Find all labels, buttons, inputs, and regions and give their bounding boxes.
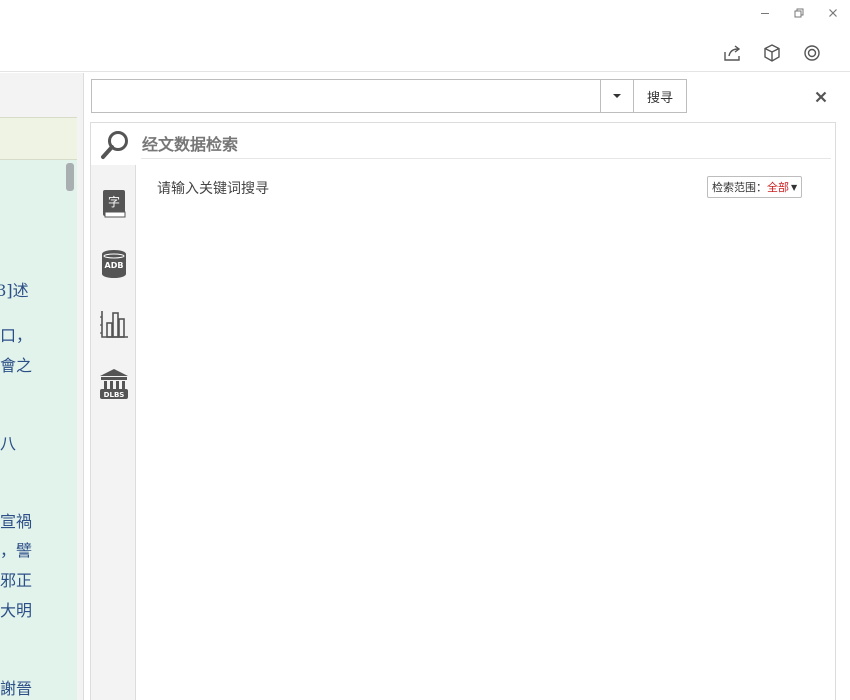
- chart-icon[interactable]: [97, 307, 131, 341]
- reader-text-area[interactable]: [3]述 口， 會之 八 宣禍 ，譬 邪正 大明 謝晉: [0, 160, 77, 700]
- share-icon[interactable]: [719, 40, 745, 66]
- reader-line: [3]述: [0, 281, 29, 300]
- magnifier-icon: [99, 129, 131, 161]
- panel-sidebar: 字 ADB DLBS: [91, 165, 136, 700]
- svg-text:DLBS: DLBS: [104, 391, 125, 399]
- dlbs-library-icon[interactable]: DLBS: [97, 367, 131, 401]
- search-input[interactable]: [91, 79, 601, 113]
- search-scope-select[interactable]: 检索范围： 全部 ▼: [707, 176, 803, 198]
- app-window: [3]述 口， 會之 八 宣禍 ，譬 邪正 大明 謝晉 搜寻 经文数据检索 字: [0, 0, 850, 700]
- panel-title-divider: [141, 158, 831, 159]
- search-hint: 请输入关键词搜寻: [157, 181, 269, 197]
- close-panel-icon[interactable]: [810, 86, 832, 108]
- reader-line: 邪正: [0, 571, 33, 590]
- reader-line: 會之: [0, 356, 33, 375]
- dictionary-icon[interactable]: 字: [97, 187, 131, 221]
- reader-line: 口，: [0, 326, 33, 345]
- svg-text:ADB: ADB: [105, 261, 124, 270]
- caret-down-icon: ▼: [791, 182, 798, 192]
- settings-icon[interactable]: [799, 40, 825, 66]
- scope-value: 全部: [767, 181, 789, 194]
- reader-line: 宣禍: [0, 512, 33, 531]
- search-dropdown-button[interactable]: [600, 79, 634, 113]
- caret-down-icon: [613, 94, 621, 98]
- search-button[interactable]: 搜寻: [633, 79, 687, 113]
- reader-pane: [3]述 口， 會之 八 宣禍 ，譬 邪正 大明 謝晉: [0, 73, 84, 700]
- reader-header: [0, 117, 77, 160]
- close-icon[interactable]: [819, 3, 847, 23]
- cube-icon[interactable]: [759, 40, 785, 66]
- reader-line: 大明: [0, 601, 33, 620]
- minimize-icon[interactable]: [751, 3, 779, 23]
- search-panel: 经文数据检索 字 ADB DLBS 请输入关键词搜寻 检索范围： 全部 ▼: [90, 122, 836, 700]
- reader-line: ，譬: [0, 541, 33, 560]
- adb-database-icon[interactable]: ADB: [97, 247, 131, 281]
- panel-title: 经文数据检索: [142, 135, 239, 154]
- title-bar: [0, 0, 850, 72]
- restore-icon[interactable]: [785, 3, 813, 23]
- reader-line: 謝晉: [0, 679, 33, 698]
- reader-scrollbar-thumb[interactable]: [66, 163, 74, 191]
- reader-line: 八: [0, 434, 17, 453]
- scope-label: 检索范围：: [712, 181, 767, 194]
- svg-text:字: 字: [108, 194, 120, 209]
- pane-divider[interactable]: [77, 73, 84, 700]
